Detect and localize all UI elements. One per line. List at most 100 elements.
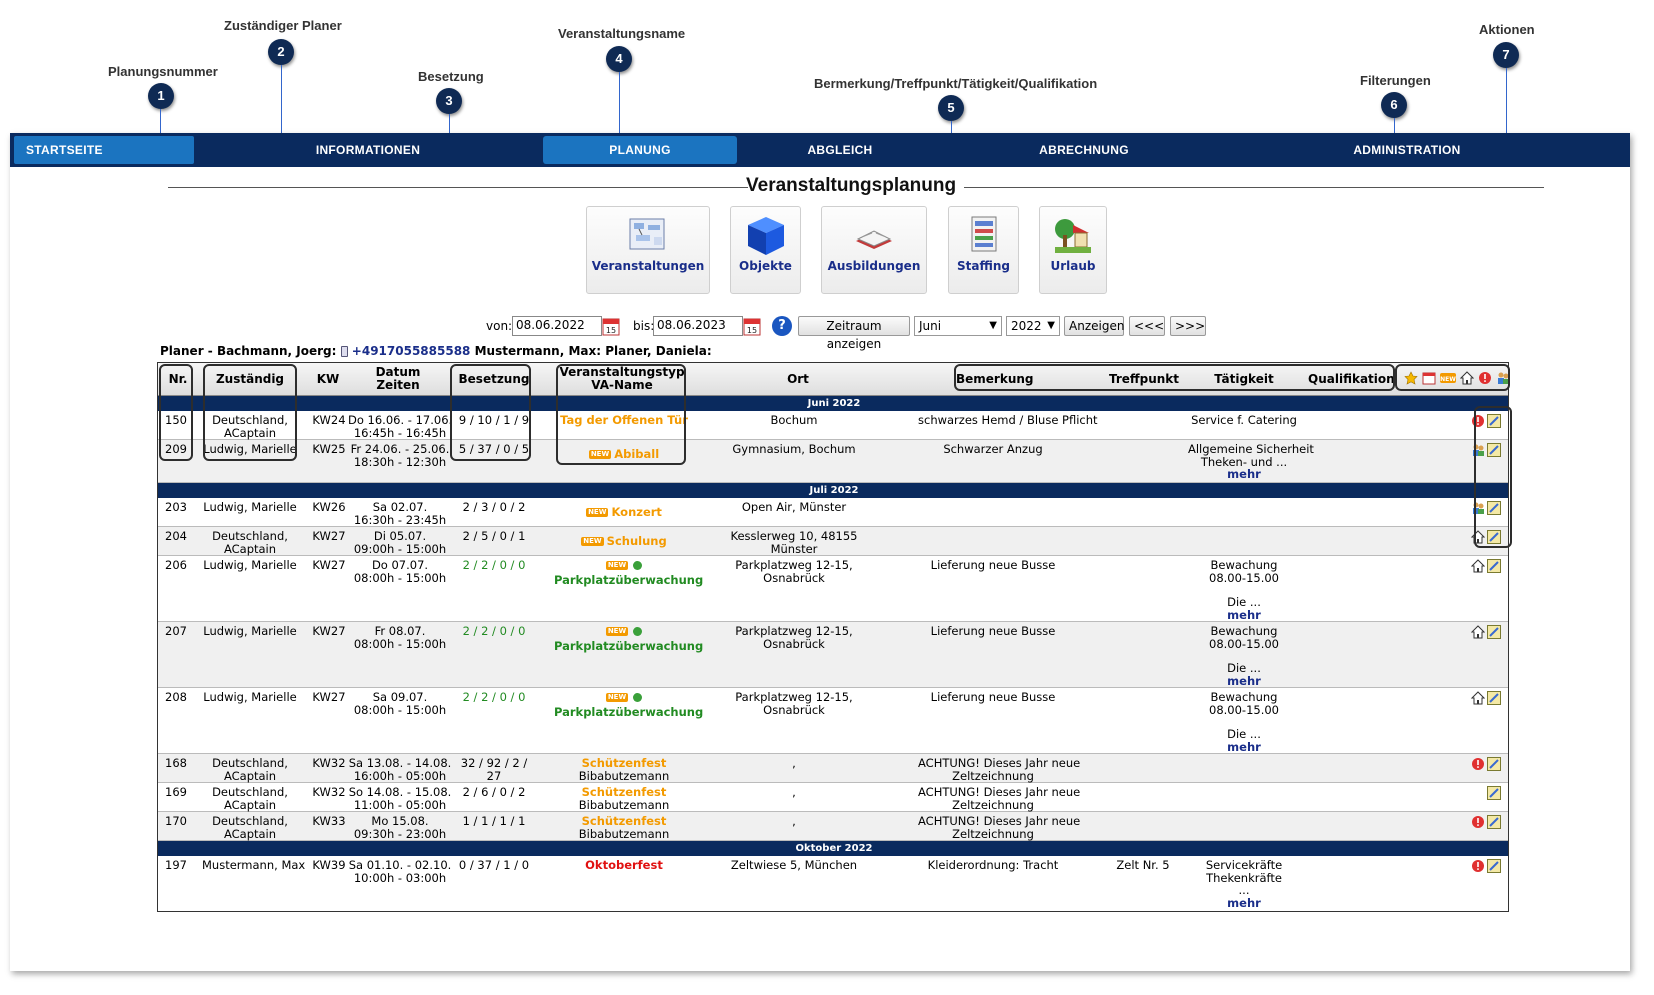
home-icon[interactable] [1470, 691, 1486, 705]
highlight-aktionen [1474, 406, 1512, 548]
calendar-icon[interactable]: 15 [602, 316, 620, 336]
th-ort[interactable]: Ort [758, 373, 838, 386]
module-objekte[interactable]: Objekte [730, 206, 801, 294]
edit-icon[interactable] [1487, 786, 1501, 800]
va-type[interactable]: Schützenfest [554, 815, 694, 828]
mehr-link[interactable]: mehr [1188, 468, 1300, 481]
mehr-link[interactable]: mehr [1188, 674, 1300, 688]
edit-icon[interactable] [1487, 559, 1501, 573]
th-zeiten: Zeiten [376, 378, 420, 392]
cell-besetzung-line: 27 [486, 768, 502, 783]
prev-period-button[interactable]: <<< [1129, 316, 1165, 336]
nav-startseite[interactable]: STARTSEITE [14, 136, 194, 164]
bis-date-input[interactable]: 08.06.2023 [653, 316, 743, 336]
cell-ort: Parkplatzweg 12-15, Osnabrück [724, 559, 864, 584]
cell-nr-line: 203 [165, 500, 187, 514]
module-staffing[interactable]: Staffing [948, 206, 1019, 294]
nav-abgleich[interactable]: ABGLEICH [770, 136, 910, 164]
help-icon[interactable]: ? [772, 316, 792, 336]
nav-informationen[interactable]: INFORMATIONEN [258, 136, 478, 164]
cell-nr: 170 [162, 815, 190, 828]
va-name[interactable]: Parkplatzüberwachung [554, 705, 703, 719]
table-row[interactable]: 150 Deutschland, ACaptain KW24 Do 16.06. - 1… [158, 411, 1508, 440]
cell-nr-line: 204 [165, 529, 187, 543]
table-row[interactable]: 207 Ludwig, Marielle KW27 Fr 08.07. 08:00h -… [158, 622, 1508, 688]
cell-veranstaltung: NEW Parkplatzüberwachung [554, 625, 703, 653]
cell-datum: Sa 02.07. 16:30h - 23:45h [348, 501, 452, 526]
va-type-icons: NEW [554, 691, 694, 704]
table-row[interactable]: 209 Ludwig, Marielle KW25 Fr 24.06. - 25.06… [158, 440, 1508, 483]
table-row[interactable]: 197 Mustermann, Max KW39 Sa 01.10. - 02.10.… [158, 856, 1508, 911]
month-select[interactable]: Juni ▼ [914, 316, 1002, 336]
cell-ort: Gymnasium, Bochum [724, 443, 864, 456]
va-name-text: Schulung [606, 534, 667, 548]
edit-icon[interactable] [1487, 815, 1501, 829]
cell-bemerkung: Lieferung neue Busse [918, 691, 1068, 704]
table-row[interactable]: 168 Deutschland, ACaptain KW32 Sa 13.08. - 1… [158, 754, 1508, 783]
va-name: Bibabutzemann [578, 797, 670, 812]
mehr-link[interactable]: mehr [1188, 740, 1300, 754]
va-name[interactable]: Oktoberfest [554, 859, 694, 872]
nav-abrechnung[interactable]: ABRECHNUNG [1010, 136, 1158, 164]
cell-veranstaltung: NEW Konzert [554, 501, 694, 519]
table-row[interactable]: 206 Ludwig, Marielle KW27 Do 07.07. 08:00h -… [158, 556, 1508, 622]
cell-zustaendig-line: Deutschland, [212, 814, 288, 828]
nav-administration[interactable]: ADMINISTRATION [1332, 136, 1482, 164]
mehr-link[interactable]: mehr [1188, 608, 1300, 622]
va-name[interactable]: Parkplatzüberwachung [554, 639, 703, 653]
cell-taetigkeit-line: 08.00-15.00 [1209, 636, 1279, 651]
va-name[interactable]: Parkplatzüberwachung [554, 573, 703, 587]
warning-icon[interactable] [1471, 859, 1485, 873]
edit-icon[interactable] [1487, 757, 1501, 771]
anzeigen-button[interactable]: Anzeigen [1064, 316, 1124, 336]
warning-icon[interactable] [1471, 815, 1485, 829]
va-type[interactable]: Schützenfest [554, 786, 694, 799]
cell-veranstaltung: Schützenfest Bibabutzemann [554, 786, 694, 811]
table-row[interactable]: 203 Ludwig, Marielle KW26 Sa 02.07. 16:30h -… [158, 498, 1508, 527]
cell-zustaendig: Ludwig, Marielle [202, 691, 298, 704]
va-name[interactable]: NEW Schulung [554, 535, 694, 548]
va-type[interactable]: Schützenfest [554, 757, 694, 770]
cell-besetzung-line: 0 / 37 / 1 / 0 [458, 858, 530, 872]
cell-kw: KW33 [308, 815, 350, 828]
next-period-button[interactable]: >>> [1170, 316, 1206, 336]
table-row[interactable]: 169 Deutschland, ACaptain KW32 So 14.08. - 1… [158, 783, 1508, 812]
cell-datum: Fr 24.06. - 25.06. 18:30h - 12:30h [348, 443, 452, 468]
edit-icon[interactable] [1487, 859, 1501, 873]
cell-taetigkeit: Bewachung 08.00-15.00 Die ... mehr [1188, 625, 1300, 687]
cell-datum-line: 08:00h - 15:00h [353, 636, 447, 651]
cell-datum-line: 16:00h - 05:00h [353, 768, 447, 783]
year-select[interactable]: 2022 ▼ [1006, 316, 1060, 336]
nav-planung[interactable]: PLANUNG [543, 136, 737, 164]
home-icon[interactable] [1470, 559, 1486, 573]
module-urlaub[interactable]: Urlaub [1039, 206, 1107, 294]
cell-bemerkung-line: Schwarzer Anzug [943, 442, 1043, 456]
cell-kw: KW27 [308, 559, 350, 572]
mehr-link[interactable]: mehr [1188, 896, 1300, 910]
cell-zustaendig-line: ACaptain [223, 826, 277, 841]
th-kw[interactable]: KW [308, 373, 348, 386]
cell-ort: Zeltwiese 5, München [724, 859, 864, 872]
cell-taetigkeit: Bewachung 08.00-15.00 Die ... mehr [1188, 559, 1300, 621]
edit-icon[interactable] [1487, 625, 1501, 639]
cell-ort-line: Bochum [770, 413, 818, 427]
warning-icon[interactable] [1471, 757, 1485, 771]
va-name[interactable]: NEW Konzert [554, 506, 694, 519]
module-veranstaltungen[interactable]: Veranstaltungen [586, 206, 710, 294]
module-ausbildungen[interactable]: Ausbildungen [821, 206, 927, 294]
planer-phone-link[interactable]: +4917055885588 [352, 344, 471, 358]
vacation-icon [1055, 219, 1091, 253]
home-icon[interactable] [1470, 625, 1486, 639]
table-row[interactable]: 204 Deutschland, ACaptain KW27 Di 05.07. 09:0… [158, 527, 1508, 556]
table-row[interactable]: 208 Ludwig, Marielle KW27 Sa 09.07. 08:00h -… [158, 688, 1508, 754]
zeitraum-anzeigen-button[interactable]: Zeitraum anzeigen [798, 316, 910, 351]
cell-datum-line: Sa 09.07. [372, 690, 428, 704]
cell-bemerkung: ACHTUNG! Dieses Jahr neue Zeltzeichnung [918, 815, 1080, 840]
app-window: STARTSEITE INFORMATIONEN PLANUNG ABGLEIC… [10, 133, 1630, 971]
highlight-bemerkung [954, 364, 1395, 391]
edit-icon[interactable] [1487, 691, 1501, 705]
von-date-input[interactable]: 08.06.2022 [512, 316, 602, 336]
table-row[interactable]: 170 Deutschland, ACaptain KW33 Mo 15.08. 09:3… [158, 812, 1508, 841]
calendar-icon[interactable]: 15 [743, 316, 761, 336]
th-datum-zeiten[interactable]: Datum Zeiten [358, 366, 438, 392]
